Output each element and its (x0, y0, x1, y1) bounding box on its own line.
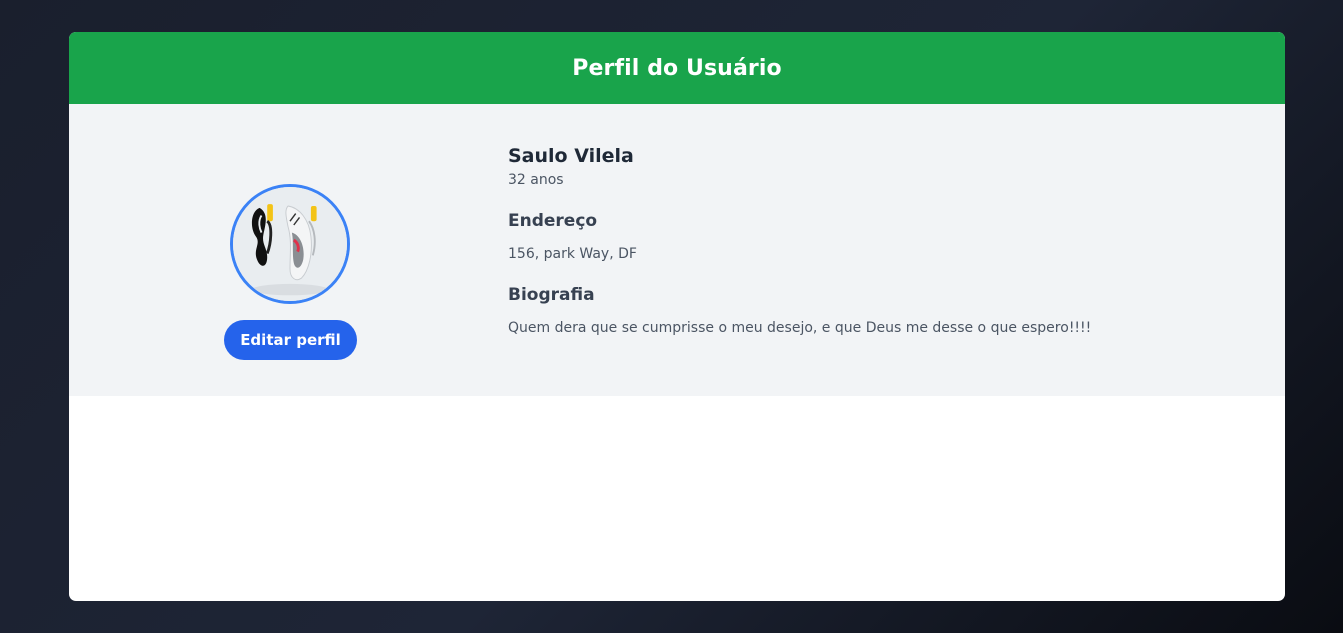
profile-info: Saulo Vilela 32 anos Endereço 156, park … (508, 144, 1091, 338)
user-age: 32 anos (508, 172, 564, 188)
profile-section: Editar perfil Saulo Vilela 32 anos Ender… (69, 104, 1285, 396)
bio-heading: Biografia (508, 285, 595, 305)
profile-photo-sneakers-icon (233, 187, 347, 301)
edit-profile-button[interactable]: Editar perfil (224, 320, 357, 360)
avatar-column: Editar perfil (69, 104, 511, 396)
user-name: Saulo Vilela (508, 145, 634, 167)
bio-text: Quem dera que se cumprisse o meu desejo,… (508, 320, 1092, 336)
address-heading: Endereço (508, 211, 598, 231)
profile-card: Perfil do Usuário Editar perfil Saulo Vi… (69, 32, 1285, 601)
avatar (230, 184, 350, 304)
page-title: Perfil do Usuário (572, 55, 782, 81)
address-text: 156, park Way, DF (508, 246, 637, 262)
card-header: Perfil do Usuário (69, 32, 1285, 104)
